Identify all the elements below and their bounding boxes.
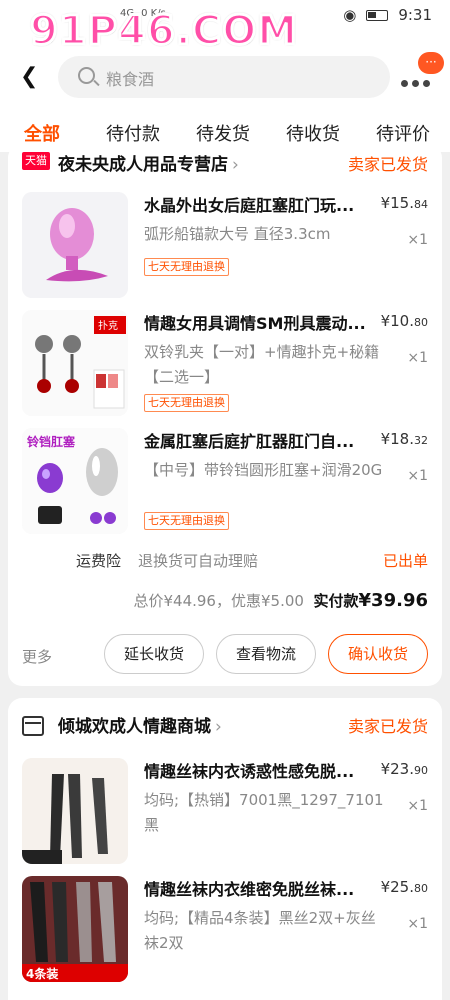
clock: 9:31 bbox=[398, 6, 432, 24]
thumbnail-badge: 4条装 bbox=[26, 967, 59, 981]
product-thumbnail[interactable]: 4条装 bbox=[22, 876, 128, 982]
tab-pending-payment[interactable]: 待付款 bbox=[106, 120, 160, 146]
eye-icon: ◉ bbox=[343, 6, 357, 24]
search-icon bbox=[78, 67, 95, 84]
product-price: ¥25.80 bbox=[380, 878, 428, 896]
tab-pending-receipt[interactable]: 待收货 bbox=[286, 120, 340, 146]
shop-header[interactable]: 倾城欢成人情趣商城 › 卖家已发货 bbox=[8, 706, 442, 742]
more-link[interactable]: 更多 bbox=[22, 646, 52, 667]
product-price: ¥23.90 bbox=[380, 760, 428, 778]
product-title[interactable]: 情趣丝袜内衣诱惑性感免脱... bbox=[144, 758, 374, 782]
order-status: 卖家已发货 bbox=[347, 717, 428, 736]
shop-name[interactable]: 倾城欢成人情趣商城 › bbox=[58, 712, 222, 737]
thumbnail-badge: 扑克 bbox=[98, 321, 118, 332]
product-price: ¥18.32 bbox=[380, 430, 428, 448]
more-options-icon[interactable] bbox=[401, 80, 430, 87]
order-total-row: 总价¥44.96，优惠¥5.00 实付款¥39.96 bbox=[133, 590, 428, 611]
paid-label: 实付款 bbox=[313, 592, 359, 610]
insurance-description: 退换货可自动理赔 bbox=[138, 552, 259, 570]
battery-icon bbox=[366, 9, 389, 21]
product-quantity: ×1 bbox=[407, 232, 428, 248]
tab-pending-review[interactable]: 待评价 bbox=[376, 120, 430, 146]
store-icon bbox=[22, 716, 44, 736]
product-price: ¥10.80 bbox=[380, 312, 428, 330]
thumbnail-caption: 铃铛肛塞 bbox=[27, 435, 76, 449]
shipping-insurance-row[interactable]: 运费险 退换货可自动理赔 已出单 bbox=[8, 548, 442, 572]
product-sku: 均码;【热销】7001黑_1297_7101黑 bbox=[144, 791, 384, 834]
insurance-status: 已出单 bbox=[382, 552, 428, 570]
insurance-label: 运费险 bbox=[76, 552, 122, 570]
paid-value: ¥39.96 bbox=[358, 590, 428, 611]
product-quantity: ×1 bbox=[407, 916, 428, 932]
product-title[interactable]: 情趣丝袜内衣维密免脱丝袜... bbox=[144, 876, 374, 900]
product-thumbnail[interactable] bbox=[22, 192, 128, 298]
product-quantity: ×1 bbox=[407, 468, 428, 484]
chevron-right-icon: › bbox=[232, 155, 239, 175]
tab-all[interactable]: 全部 bbox=[24, 120, 60, 146]
shop-header[interactable]: 天猫 夜未央成人用品专营店 › 卖家已发货 bbox=[8, 144, 442, 180]
view-logistics-button[interactable]: 查看物流 bbox=[216, 634, 316, 674]
product-sku: 【中号】带铃铛圆形肛塞+润滑20G bbox=[144, 461, 383, 479]
order-status: 卖家已发货 bbox=[347, 155, 428, 174]
order-actions: 更多 延长收货 查看物流 确认收货 bbox=[8, 634, 442, 674]
product-title[interactable]: 水晶外出女后庭肛塞肛门玩... bbox=[144, 192, 374, 216]
product-thumbnail[interactable]: 铃铛肛塞 bbox=[22, 428, 128, 534]
message-badge[interactable]: ··· bbox=[418, 52, 444, 74]
return-policy-tag: 七天无理由退换 bbox=[144, 258, 229, 276]
chevron-right-icon: › bbox=[215, 717, 222, 737]
discount-value: ¥5.00 bbox=[261, 592, 304, 610]
discount-label: 优惠 bbox=[231, 592, 262, 610]
product-thumbnail[interactable]: 扑克 bbox=[22, 310, 128, 416]
watermark: 91P46.COM bbox=[28, 7, 299, 56]
product-title[interactable]: 金属肛塞后庭扩肛器肛门自... bbox=[144, 428, 374, 452]
total-value: ¥44.96 bbox=[163, 592, 216, 610]
product-thumbnail[interactable] bbox=[22, 758, 128, 864]
total-label: 总价 bbox=[133, 592, 164, 610]
extend-receipt-button[interactable]: 延长收货 bbox=[104, 634, 204, 674]
product-price: ¥15.84 bbox=[380, 194, 428, 212]
search-input[interactable]: 粮食酒 bbox=[106, 66, 154, 90]
confirm-receipt-button[interactable]: 确认收货 bbox=[328, 634, 428, 674]
back-arrow-icon[interactable]: ❮ bbox=[20, 64, 38, 89]
search-bar[interactable]: 粮食酒 bbox=[58, 56, 390, 98]
return-policy-tag: 七天无理由退换 bbox=[144, 394, 229, 412]
tmall-badge: 天猫 bbox=[22, 152, 50, 170]
product-quantity: ×1 bbox=[407, 350, 428, 366]
order-card[interactable]: 倾城欢成人情趣商城 › 卖家已发货 情趣丝袜内衣诱惑性感免脱... 均码;【热销】… bbox=[8, 698, 442, 1000]
product-sku: 均码;【精品4条装】黑丝2双+灰丝袜2双 bbox=[144, 909, 376, 952]
tab-pending-shipment[interactable]: 待发货 bbox=[196, 120, 250, 146]
order-card[interactable]: 天猫 夜未央成人用品专营店 › 卖家已发货 水晶外出女后庭肛塞肛门玩... 弧形船… bbox=[8, 144, 442, 686]
shop-name[interactable]: 夜未央成人用品专营店 › bbox=[58, 150, 239, 175]
product-sku: 弧形船锚款大号 直径3.3cm bbox=[144, 225, 331, 243]
product-quantity: ×1 bbox=[407, 798, 428, 814]
return-policy-tag: 七天无理由退换 bbox=[144, 512, 229, 530]
product-sku: 双铃乳夹【一对】+情趣扑克+秘籍【二选一】 bbox=[144, 343, 380, 386]
product-title[interactable]: 情趣女用具调情SM刑具震动... bbox=[144, 310, 374, 334]
